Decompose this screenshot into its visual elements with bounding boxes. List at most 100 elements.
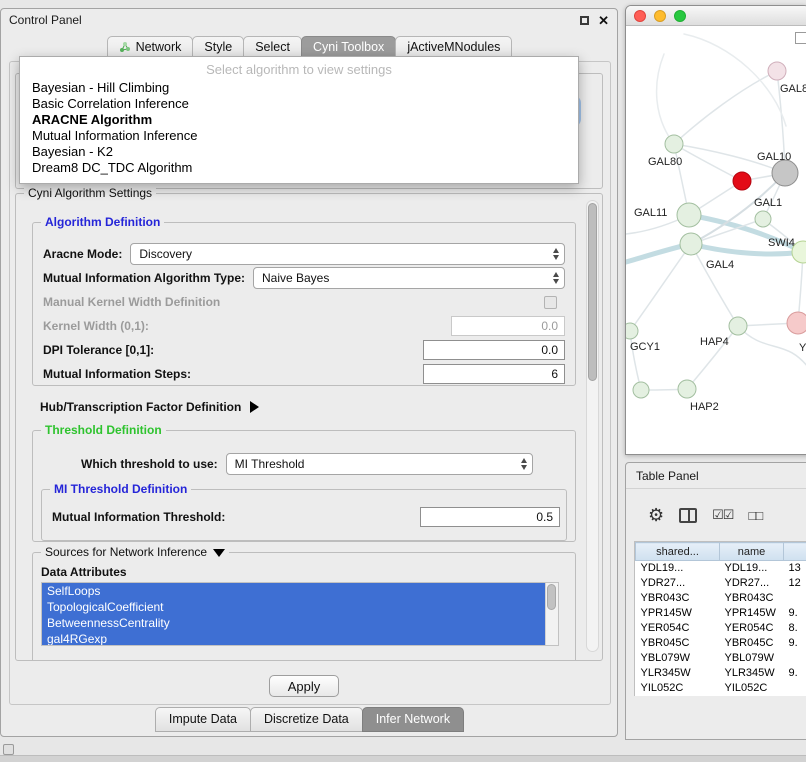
apply-button[interactable]: Apply [269,675,339,697]
manual-kernel-width-label: Manual Kernel Width Definition [43,295,220,309]
kernel-width-field[interactable]: 0.0 [451,316,565,336]
network-node-hap4[interactable] [729,317,747,335]
tab-impute-data[interactable]: Impute Data [155,707,251,732]
column-header[interactable] [784,543,806,561]
settings-scrollbar[interactable] [586,200,599,652]
minimized-panel-icon[interactable] [3,744,14,755]
hub-definition-toggle[interactable]: Hub/Transcription Factor Definition [40,400,259,414]
attribute-item-selfloops[interactable]: SelfLoops [42,583,545,599]
minimize-window-icon[interactable] [654,10,666,22]
gear-icon[interactable]: ⚙ [648,506,664,524]
cyni-algorithm-settings-group: Cyni Algorithm Settings Algorithm Defini… [15,193,603,661]
table-row[interactable]: YBR043CYBR043C [636,591,806,606]
mi-threshold-field[interactable]: 0.5 [420,507,560,527]
column-header[interactable]: name [720,543,784,561]
network-node-hap2[interactable] [678,380,696,398]
mi-steps-field[interactable]: 6 [423,364,565,384]
attribute-item-gal4rgexp[interactable]: gal4RGexp [42,631,545,646]
node-label-gal11: GAL11 [634,207,667,219]
tab-discretize-data[interactable]: Discretize Data [250,707,363,732]
tab-label: Network [136,40,182,54]
table-cell [784,651,806,666]
network-icon [119,41,131,53]
table-cell: YBR045C [720,636,784,651]
settings-scrollbar-thumb[interactable] [588,203,597,381]
dpi-tolerance-field[interactable]: 0.0 [423,340,565,360]
dropdown-item-bayesian-k2[interactable]: Bayesian - K2 [20,144,578,160]
table-cell: YDL19... [720,561,784,576]
group-title-algorithm-definition: Algorithm Definition [41,215,164,229]
table-header-row: shared...name [636,543,806,561]
network-node-red-node[interactable] [733,172,751,190]
algorithm-definition-group: Algorithm Definition Aracne Mode: Discov… [32,222,576,386]
dropdown-item-basic-correlation-inference[interactable]: Basic Correlation Inference [20,96,578,112]
network-node-gal10[interactable] [772,160,798,186]
table-row[interactable]: YBL079WYBL079W [636,651,806,666]
aracne-mode-value: Discovery [139,247,192,261]
network-node-gcy1[interactable] [626,323,638,339]
table-row[interactable]: YDR27...YDR27...12 [636,576,806,591]
table-cell: YIL052C [720,681,784,696]
table-row[interactable]: YPR145WYPR145W9. [636,606,806,621]
table-cell [784,591,806,606]
network-canvas[interactable]: GAL8GAL80GAL10GAL11GAL1SWI4GAL4HAP4GCY1H… [626,26,806,455]
which-threshold-select[interactable]: MI Threshold [226,453,533,475]
data-attributes-rows: SelfLoopsTopologicalCoefficientBetweenne… [42,583,545,645]
network-node-left-node[interactable] [633,382,649,398]
network-window-titlebar[interactable] [626,6,806,26]
network-node-gal8[interactable] [768,62,786,80]
table-cell: YBL079W [636,651,720,666]
manual-kernel-width-checkbox[interactable] [544,296,557,309]
network-node-gal4[interactable] [680,233,702,255]
network-scroll-box[interactable] [795,32,806,44]
table-row[interactable]: YER054CYER054C8. [636,621,806,636]
bottom-tab-bar: Impute DataDiscretize DataInfer Network [1,707,617,732]
attribute-item-topologicalcoefficient[interactable]: TopologicalCoefficient [42,599,545,615]
mi-algorithm-type-select[interactable]: Naive Bayes [253,267,565,289]
close-window-icon[interactable] [634,10,646,22]
deselect-all-icon[interactable]: □□ [748,508,762,523]
mi-threshold-label: Mutual Information Threshold: [52,510,225,524]
columns-icon[interactable] [679,508,697,523]
node-label-gal4: GAL4 [706,259,734,271]
mi-algorithm-type-value: Naive Bayes [262,271,329,285]
zoom-window-icon[interactable] [674,10,686,22]
node-label-hap2: HAP2 [690,401,719,413]
float-panel-icon[interactable] [580,16,589,25]
network-node-gal11[interactable] [677,203,701,227]
table-body: YDL19...YDL19...13YDR27...YDR27...12YBR0… [636,561,806,696]
dropdown-item-aracne-algorithm[interactable]: ARACNE Algorithm [20,112,578,128]
network-node-gal1[interactable] [755,211,771,227]
dropdown-item-bayesian-hill-climbing[interactable]: Bayesian - Hill Climbing [20,80,578,96]
aracne-mode-select[interactable]: Discovery [130,243,565,265]
tab-infer-network[interactable]: Infer Network [362,707,464,732]
collapsed-arrow-icon [250,401,259,413]
table-toolbar: ⚙ ☑☑ □□ [626,489,806,541]
dpi-tolerance-label: DPI Tolerance [0,1]: [43,343,154,357]
network-node-pink-node[interactable] [787,312,806,334]
attributes-scrollbar-thumb[interactable] [547,584,556,610]
which-threshold-label: Which threshold to use: [81,457,218,471]
attributes-scrollbar[interactable] [545,583,558,645]
table-row[interactable]: YBR045CYBR045C9. [636,636,806,651]
column-header[interactable]: shared... [636,543,720,561]
table-row[interactable]: YIL052CYIL052C [636,681,806,696]
sources-toggle[interactable]: Sources for Network Inference [41,545,229,559]
combo-arrows-icon [521,458,527,470]
node-label-gal1: GAL1 [754,197,782,209]
network-node-gal80[interactable] [665,135,683,153]
attribute-item-betweennesscentrality[interactable]: BetweennessCentrality [42,615,545,631]
mi-threshold-row: Mutual Information Threshold: 0.5 [52,506,560,528]
combo-arrows-icon [553,272,559,284]
dropdown-item-mutual-information-inference[interactable]: Mutual Information Inference [20,128,578,144]
close-panel-icon[interactable]: ✕ [598,14,609,27]
hub-definition-label: Hub/Transcription Factor Definition [40,400,241,414]
algorithm-dropdown-items: Bayesian - Hill ClimbingBasic Correlatio… [20,80,578,176]
table-row[interactable]: YDL19...YDL19...13 [636,561,806,576]
node-label-gal80: GAL80 [648,156,682,168]
table-row[interactable]: YLR345WYLR345W9. [636,666,806,681]
control-panel-titlebar: Control Panel ✕ [1,9,617,31]
select-all-icon[interactable]: ☑☑ [712,507,733,523]
dropdown-item-dream8-dc-tdc-algorithm[interactable]: Dream8 DC_TDC Algorithm [20,160,578,176]
mi-algorithm-type-row: Mutual Information Algorithm Type: Naive… [43,267,565,289]
